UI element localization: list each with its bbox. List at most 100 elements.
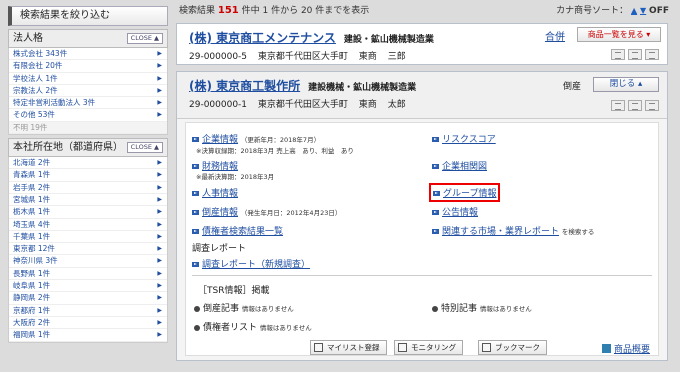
filter-section-title: 法人格 [13,33,43,44]
prefecture-item-label[interactable]: 京都府 1件 [13,306,50,315]
prefecture-item[interactable]: 埼玉県 4件 ▶ [9,219,167,231]
creditor-search-link[interactable]: 債権者検索結果一覧 [202,227,283,237]
research-report-link[interactable]: 調査レポート（新規調査） [202,260,310,270]
creditor-list-row: 債権者検索結果一覧 [192,224,283,237]
prefecture-item-label[interactable]: 青森県 1件 [13,170,50,179]
document-icon[interactable] [628,49,642,60]
entity-type-item[interactable]: 株式会社 343件 ▶ [9,48,167,61]
prefecture-item[interactable]: 栃木県 1件 ▶ [9,206,167,219]
company-info-link[interactable]: 企業情報 [202,135,238,145]
prefecture-item[interactable]: 岐阜県 1件 ▶ [9,280,167,293]
prefecture-item[interactable]: 宮城県 1件 ▶ [9,194,167,207]
entity-type-item[interactable]: 宗教法人 2件 ▶ [9,85,167,98]
monitoring-icon [398,343,407,352]
entity-type-item[interactable]: 有限会社 20件 ▶ [9,60,167,73]
prefecture-item-label[interactable]: 福岡県 1件 [13,330,50,339]
corporate-map-link[interactable]: 企業相関図 [442,162,487,172]
prefecture-item[interactable]: 静岡県 2件 ▶ [9,292,167,305]
filter-header: 検索結果を絞り込む [8,6,168,26]
table-icon[interactable] [645,49,659,60]
entity-type-item[interactable]: その他 53件 ▶ [9,109,167,122]
prefecture-item-label[interactable]: 岐阜県 1件 [13,281,50,290]
list-view-icon[interactable] [611,100,625,111]
prefecture-item-label[interactable]: 大阪府 2件 [13,318,50,327]
list-view-icon[interactable] [611,49,625,60]
link-arrow-icon [192,191,199,196]
bankruptcy-info-link[interactable]: 倒産情報 [202,208,238,218]
prefecture-item-label[interactable]: 北海道 2件 [13,158,50,167]
prefecture-item[interactable]: 千葉県 1件 ▶ [9,231,167,244]
entity-type-item-label[interactable]: 宗教法人 2件 [13,86,58,95]
merger-link[interactable]: 合併 [545,28,565,43]
company-detail-panel: 企業情報 （更新年月：2018年7月） ※決算収録期：2018年3月 売上高 あ… [185,122,659,356]
prefecture-item[interactable]: 青森県 1件 ▶ [9,169,167,182]
overview-icon [601,344,611,353]
chevron-right-icon: ▶ [157,208,162,216]
product-overview-label[interactable]: 商品概要 [614,345,650,355]
company-name-link[interactable]: (株) 東京商工メンテナンス [189,31,336,45]
sort-off-button[interactable]: OFF [649,6,669,16]
prefecture-item[interactable]: 長野県 1件 ▶ [9,268,167,281]
prefecture-item-label[interactable]: 宮城県 1件 [13,195,50,204]
mylist-label: マイリスト登録 [327,343,380,352]
link-arrow-icon [433,191,440,196]
product-overview-link[interactable]: 商品概要 [601,342,650,355]
collapse-button[interactable]: 閉じる ▴ [593,77,659,92]
entity-type-item[interactable]: 学校法人 1件 ▶ [9,73,167,85]
bankruptcy-date: （発生年月日：2012年4月23日） [240,209,342,217]
hr-info-link[interactable]: 人事情報 [202,189,238,199]
prefecture-item[interactable]: 東京都 12件 ▶ [9,243,167,256]
special-article-note: 情報はありません [479,305,532,313]
prefecture-item-label[interactable]: 岩手県 2件 [13,183,50,192]
group-info-link[interactable]: グループ情報 [443,189,496,199]
prefecture-item-label[interactable]: 静岡県 2件 [13,293,50,302]
market-report-link[interactable]: 関連する市場・業界レポート [442,227,559,237]
chevron-right-icon: ▶ [157,257,162,265]
entity-type-item-label[interactable]: 特定非営利活動法人 3件 [13,98,95,107]
company-name-link[interactable]: (株) 東京商工製作所 [189,79,300,93]
public-notice-link[interactable]: 公告情報 [442,208,478,218]
chevron-right-icon: ▶ [157,195,162,203]
document-icon[interactable] [628,100,642,111]
table-icon[interactable] [645,100,659,111]
prefecture-item-label[interactable]: 千葉県 1件 [13,232,50,241]
prefecture-item-label[interactable]: 埼玉県 4件 [13,220,50,229]
company-code: 29-000000-1 [189,100,248,110]
entity-type-item-label[interactable]: 有限会社 20件 [13,61,62,70]
company-address: 東京都千代田区大手町 [257,52,348,62]
risk-score-row: リスクスコア [432,132,496,145]
industry-label: 建設機械・鉱山機械製造業 [308,83,417,93]
representative-name: 太郎 [387,100,406,110]
prefecture-item[interactable]: 北海道 2件 ▶ [9,157,167,170]
bookmark-button[interactable]: ブックマーク [478,340,547,355]
prefecture-item[interactable]: 大阪府 2件 ▶ [9,317,167,330]
entity-type-item-label[interactable]: 株式会社 343件 [13,49,67,58]
sort-ascending-icon[interactable]: ▲ [631,6,637,15]
prefecture-item[interactable]: 京都府 1件 ▶ [9,305,167,317]
kana-sort: カナ商号ソート： ▲ ▼ OFF [556,0,669,22]
prefecture-item-label[interactable]: 栃木県 1件 [13,207,50,216]
entity-type-list: 株式会社 343件 ▶ 有限会社 20件 ▶ 学校法人 1件 ▶ 宗教法人 2件 ▶ 特定非営利… [8,48,168,136]
group-info-row: グループ情報 [429,183,501,202]
entity-type-item-label[interactable]: その他 53件 [13,110,55,119]
prefecture-item-label[interactable]: 東京都 12件 [13,244,55,253]
close-section-button[interactable]: CLOSE ▲ [126,33,163,44]
entity-type-item-label: 不明 19件 [13,122,48,132]
prefecture-item[interactable]: 岩手県 2件 ▶ [9,182,167,194]
close-section-button[interactable]: CLOSE ▲ [126,142,163,154]
chevron-right-icon: ▶ [157,74,162,82]
link-arrow-icon [192,229,199,234]
prefecture-item[interactable]: 福岡県 1件 ▶ [9,329,167,342]
prefecture-item[interactable]: 神奈川県 3件 ▶ [9,255,167,268]
mylist-button[interactable]: マイリスト登録 [310,340,387,355]
sort-descending-icon[interactable]: ▼ [640,6,646,15]
entity-type-item-label[interactable]: 学校法人 1件 [13,74,58,83]
prefecture-item-label[interactable]: 神奈川県 3件 [13,256,58,265]
company-short-name: 東商 [358,100,377,110]
product-list-button[interactable]: 商品一覧を見る ▾ [577,27,661,42]
research-report-row: 調査レポート（新規調査） [192,257,310,270]
prefecture-item-label[interactable]: 長野県 1件 [13,269,50,278]
risk-score-link[interactable]: リスクスコア [442,135,496,145]
monitoring-button[interactable]: モニタリング [394,340,463,355]
entity-type-item[interactable]: 特定非営利活動法人 3件 ▶ [9,97,167,110]
